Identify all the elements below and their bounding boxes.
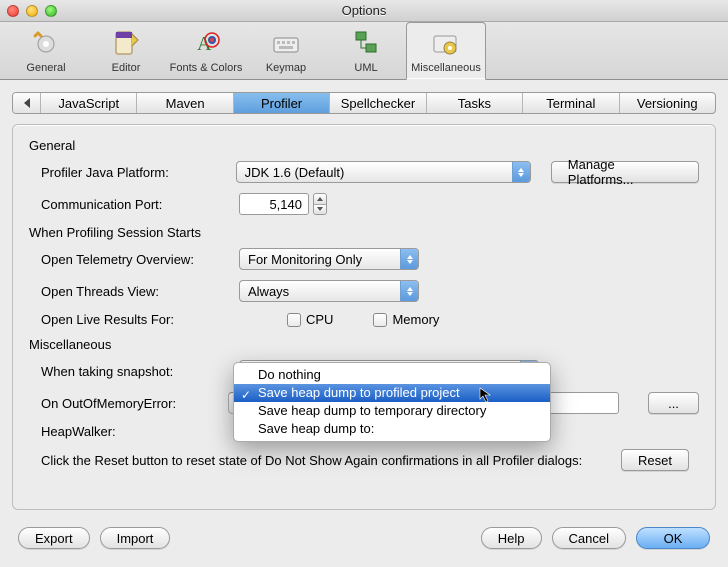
checkbox-cpu[interactable]: CPU: [287, 312, 333, 327]
toolbar-general[interactable]: General: [6, 22, 86, 79]
section-profiling: When Profiling Session Starts: [29, 225, 699, 240]
fonts-colors-icon: A: [190, 28, 222, 60]
tab-bar: JavaScript Maven Profiler Spellchecker T…: [12, 92, 716, 114]
help-button[interactable]: Help: [481, 527, 542, 549]
window-title: Options: [0, 3, 728, 18]
label-threads: Open Threads View:: [29, 284, 229, 299]
gear-icon: [30, 28, 62, 60]
oom-path-field[interactable]: [545, 392, 619, 414]
tab-javascript[interactable]: JavaScript: [41, 93, 137, 113]
tab-tasks[interactable]: Tasks: [427, 93, 523, 113]
ok-button[interactable]: OK: [636, 527, 710, 549]
toolbar-label: Keymap: [266, 62, 306, 74]
step-down-icon[interactable]: [314, 204, 326, 215]
tab-spellchecker[interactable]: Spellchecker: [330, 93, 426, 113]
chevron-updown-icon: [400, 281, 418, 301]
misc-icon: [430, 28, 462, 60]
step-up-icon[interactable]: [314, 194, 326, 204]
oom-dropdown-menu: Do nothing ✓ Save heap dump to profiled …: [233, 362, 551, 442]
checkbox-icon: [287, 313, 301, 327]
dropdown-item[interactable]: Save heap dump to:: [234, 420, 550, 438]
checkbox-memory[interactable]: Memory: [373, 312, 439, 327]
toolbar-editor[interactable]: Editor: [86, 22, 166, 79]
tab-scroll-left[interactable]: [13, 93, 41, 113]
keymap-icon: [270, 28, 302, 60]
import-button[interactable]: Import: [100, 527, 171, 549]
content-panel: General Profiler Java Platform: JDK 1.6 …: [12, 124, 716, 510]
chevron-updown-icon: [512, 162, 530, 182]
section-misc: Miscellaneous: [29, 337, 699, 352]
manage-platforms-button[interactable]: Manage Platforms...: [551, 161, 699, 183]
toolbar-label: Miscellaneous: [411, 62, 481, 74]
dropdown-item[interactable]: ✓ Save heap dump to profiled project: [234, 384, 550, 402]
tab-terminal[interactable]: Terminal: [523, 93, 619, 113]
toolbar-label: UML: [354, 62, 377, 74]
toolbar-miscellaneous[interactable]: Miscellaneous: [406, 22, 486, 80]
label-heapwalker: HeapWalker:: [29, 424, 229, 439]
label-platform: Profiler Java Platform:: [29, 165, 226, 180]
tab-versioning[interactable]: Versioning: [620, 93, 715, 113]
footer: Export Import Help Cancel OK: [0, 518, 728, 558]
browse-button[interactable]: ...: [648, 392, 699, 414]
editor-icon: [110, 28, 142, 60]
toolbar-label: General: [26, 62, 65, 74]
section-general: General: [29, 138, 699, 153]
dropdown-item[interactable]: Do nothing: [234, 366, 550, 384]
export-button[interactable]: Export: [18, 527, 90, 549]
tab-maven[interactable]: Maven: [137, 93, 233, 113]
uml-icon: [350, 28, 382, 60]
titlebar: Options: [0, 0, 728, 22]
toolbar-label: Fonts & Colors: [170, 62, 243, 74]
dropdown-item[interactable]: Save heap dump to temporary directory: [234, 402, 550, 420]
cancel-button[interactable]: Cancel: [552, 527, 626, 549]
port-input[interactable]: [239, 193, 309, 215]
toolbar: General Editor A Fonts & Colors Keymap U…: [0, 22, 728, 80]
toolbar-uml[interactable]: UML: [326, 22, 406, 79]
select-java-platform[interactable]: JDK 1.6 (Default): [236, 161, 531, 183]
toolbar-keymap[interactable]: Keymap: [246, 22, 326, 79]
svg-text:A: A: [197, 33, 212, 55]
select-telemetry[interactable]: For Monitoring Only: [239, 248, 419, 270]
reset-note: Click the Reset button to reset state of…: [41, 453, 611, 470]
reset-button[interactable]: Reset: [621, 449, 689, 471]
label-port: Communication Port:: [29, 197, 229, 212]
label-telemetry: Open Telemetry Overview:: [29, 252, 229, 267]
checkbox-icon: [373, 313, 387, 327]
cursor-icon: [479, 387, 495, 403]
toolbar-label: Editor: [112, 62, 141, 74]
label-oom: On OutOfMemoryError:: [29, 396, 218, 411]
select-threads[interactable]: Always: [239, 280, 419, 302]
tab-profiler[interactable]: Profiler: [234, 93, 330, 113]
toolbar-fonts-colors[interactable]: A Fonts & Colors: [166, 22, 246, 79]
label-live-results: Open Live Results For:: [29, 312, 229, 327]
port-stepper[interactable]: [239, 193, 327, 215]
chevron-updown-icon: [400, 249, 418, 269]
label-snapshot: When taking snapshot:: [29, 364, 229, 379]
